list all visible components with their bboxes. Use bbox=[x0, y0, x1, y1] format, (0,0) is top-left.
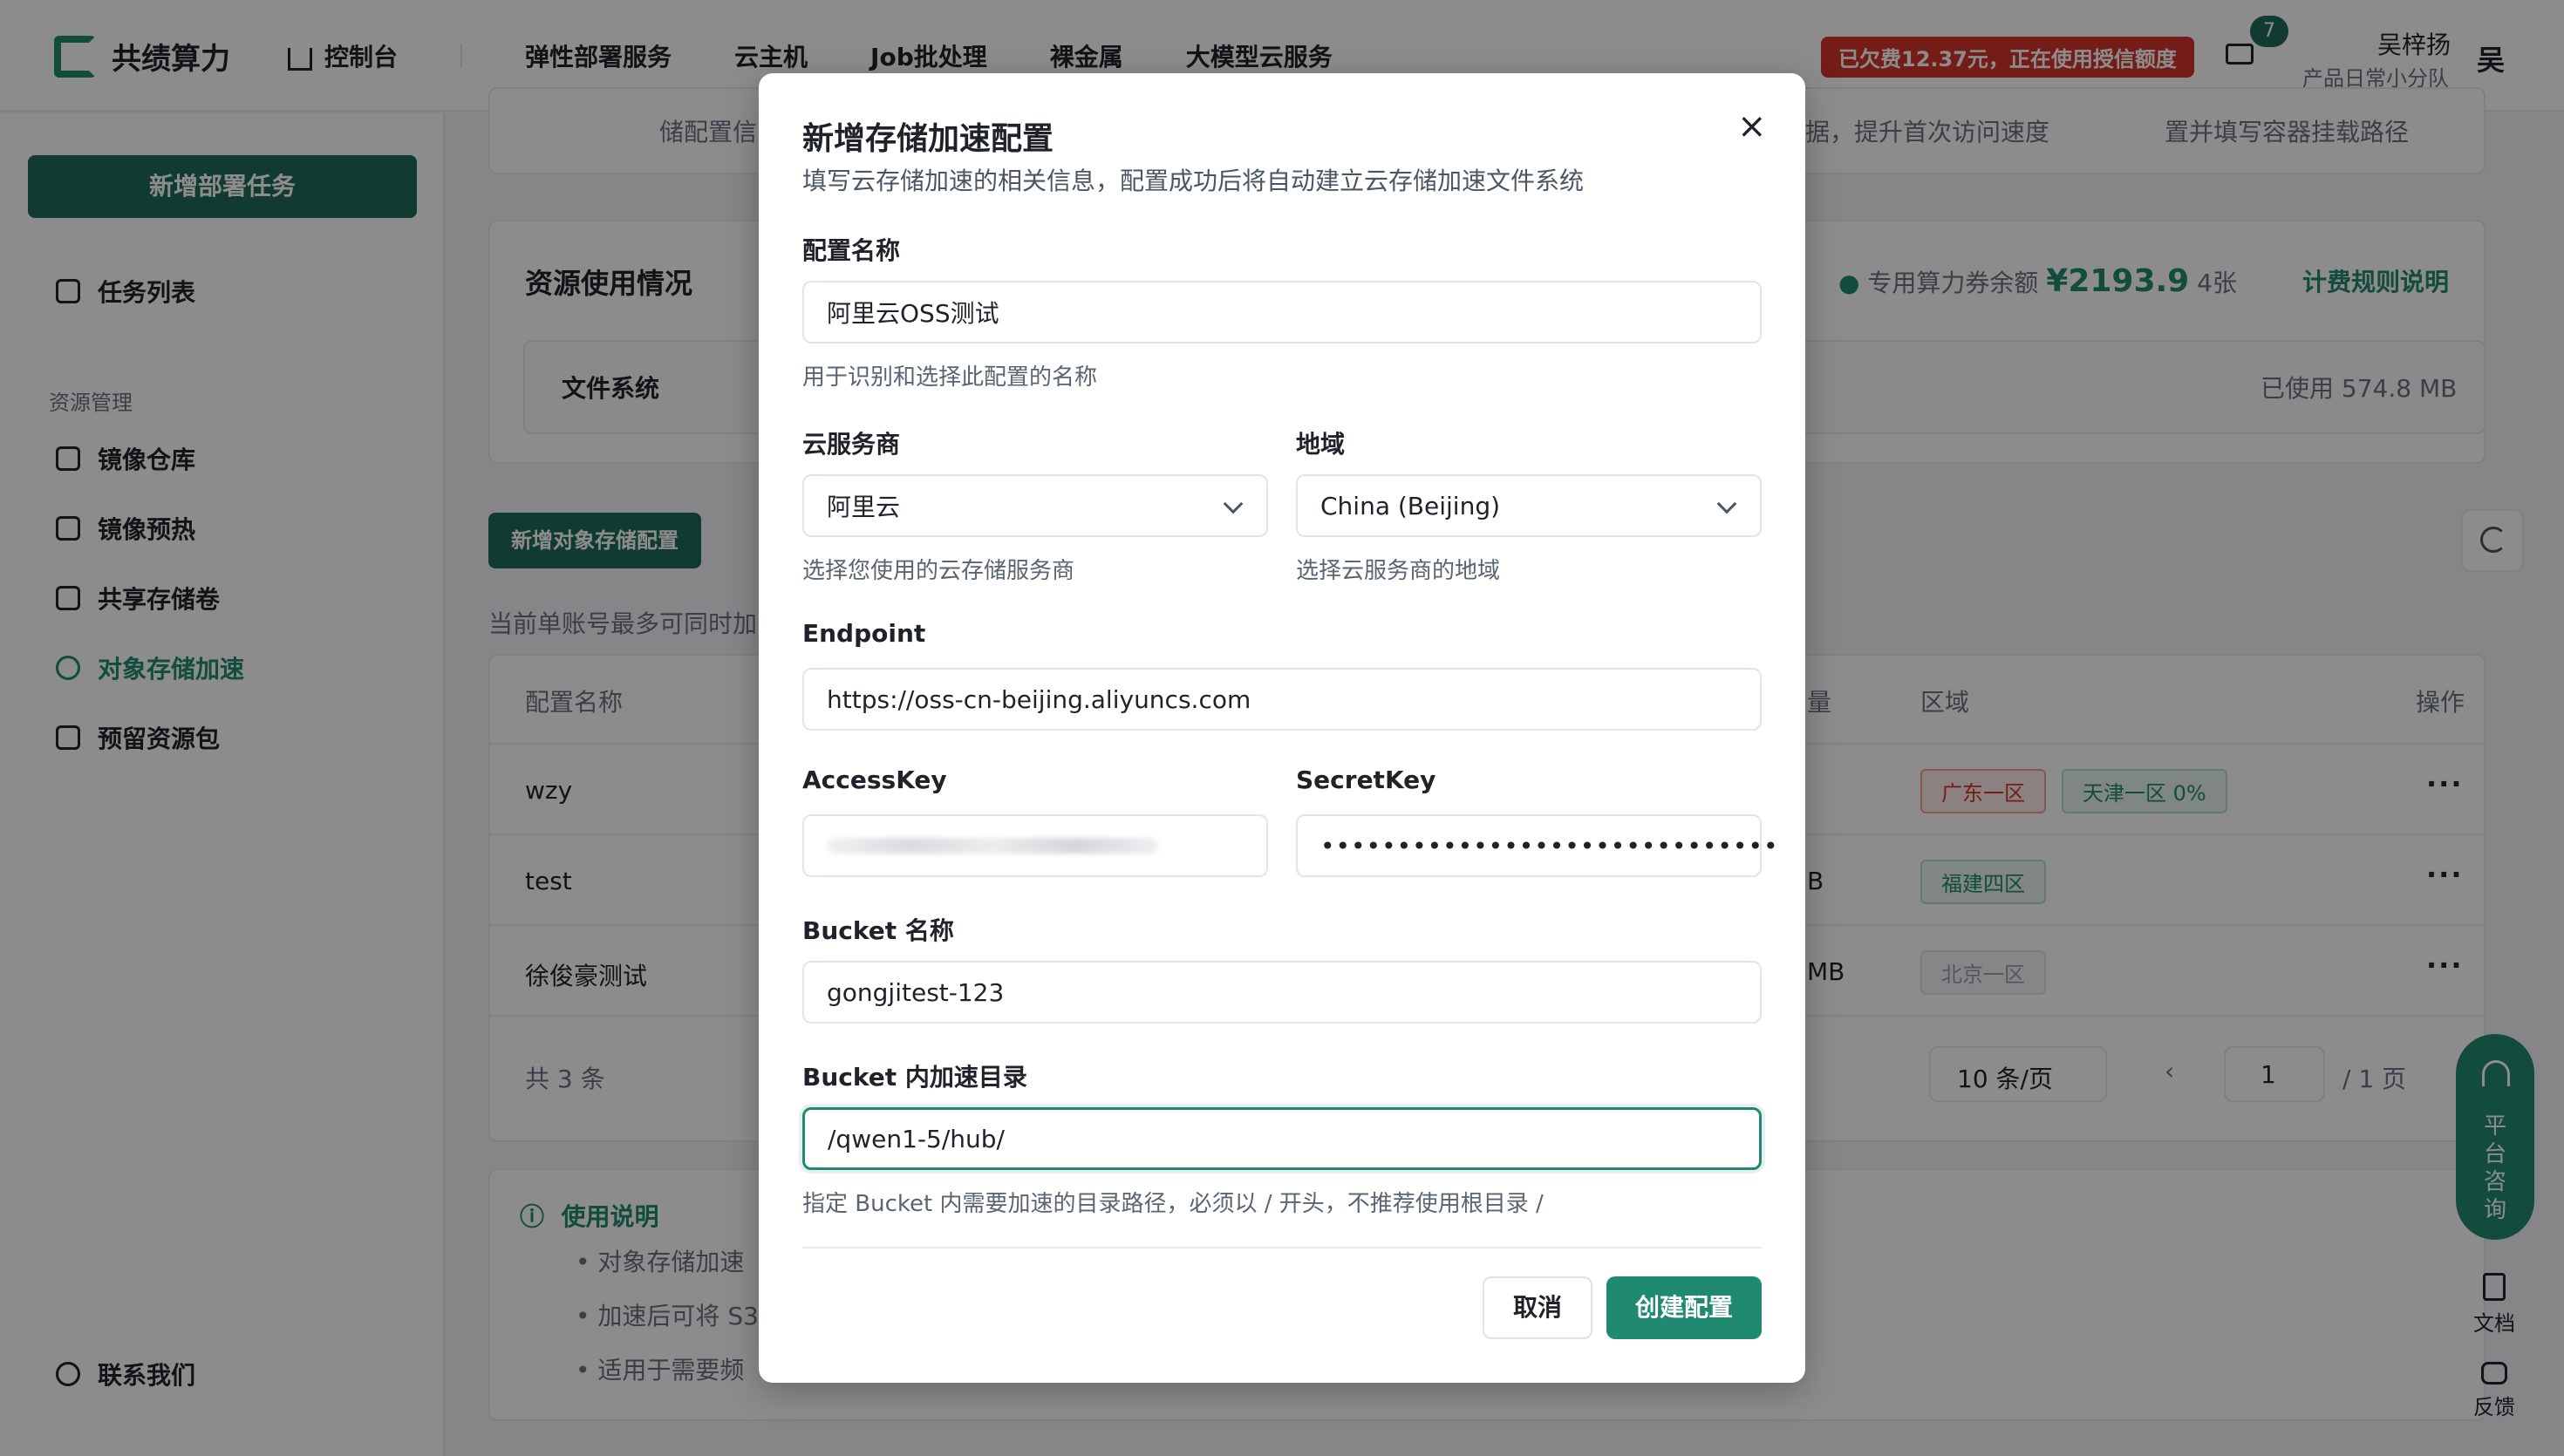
dialog-footer-divider bbox=[802, 1247, 1762, 1248]
provider-hint: 选择您使用的云存储服务商 bbox=[802, 558, 1075, 584]
provider-label: 云服务商 bbox=[802, 430, 901, 459]
bucket-dir-hint: 指定 Bucket 内需要加速的目录路径，必须以 / 开头，不推荐使用根目录 / bbox=[802, 1191, 1544, 1217]
chevron-down-icon bbox=[1223, 493, 1244, 514]
region-select[interactable]: China (Beijing) bbox=[1296, 474, 1762, 537]
config-name-hint: 用于识别和选择此配置的名称 bbox=[802, 364, 1098, 391]
create-config-button[interactable]: 创建配置 bbox=[1606, 1276, 1762, 1339]
secretkey-label: SecretKey bbox=[1296, 765, 1436, 794]
dialog-subtitle: 填写云存储加速的相关信息，配置成功后将自动建立云存储加速文件系统 bbox=[802, 167, 1585, 195]
config-name-input[interactable]: 阿里云OSS测试 bbox=[802, 281, 1762, 344]
close-icon[interactable]: × bbox=[1737, 106, 1767, 146]
redacted-value bbox=[827, 838, 1158, 854]
bucket-dir-label: Bucket 内加速目录 bbox=[802, 1063, 1027, 1092]
endpoint-label: Endpoint bbox=[802, 619, 926, 648]
config-name-label: 配置名称 bbox=[802, 236, 901, 265]
accesskey-label: AccessKey bbox=[802, 765, 947, 794]
region-hint: 选择云服务商的地域 bbox=[1296, 558, 1501, 584]
secretkey-input[interactable]: •••••••••••••••••••••••••••••• bbox=[1296, 814, 1777, 877]
chevron-down-icon bbox=[1716, 493, 1737, 514]
bucket-dir-input[interactable]: /qwen1-5/hub/ bbox=[802, 1107, 1762, 1170]
cancel-button[interactable]: 取消 bbox=[1483, 1276, 1592, 1339]
provider-select[interactable]: 阿里云 bbox=[802, 474, 1268, 537]
region-label: 地域 bbox=[1296, 430, 1346, 459]
region-selected-value: China (Beijing) bbox=[1320, 491, 1501, 520]
provider-selected-value: 阿里云 bbox=[827, 493, 901, 521]
dialog-title: 新增存储加速配置 bbox=[802, 121, 1054, 157]
create-storage-acceleration-dialog: 新增存储加速配置 填写云存储加速的相关信息，配置成功后将自动建立云存储加速文件系… bbox=[759, 73, 1805, 1383]
bucket-name-label: Bucket 名称 bbox=[802, 916, 954, 945]
accesskey-input[interactable] bbox=[802, 814, 1268, 877]
endpoint-input[interactable]: https://oss-cn-beijing.aliyuncs.com bbox=[802, 668, 1762, 731]
bucket-name-input[interactable]: gongjitest-123 bbox=[802, 961, 1762, 1024]
